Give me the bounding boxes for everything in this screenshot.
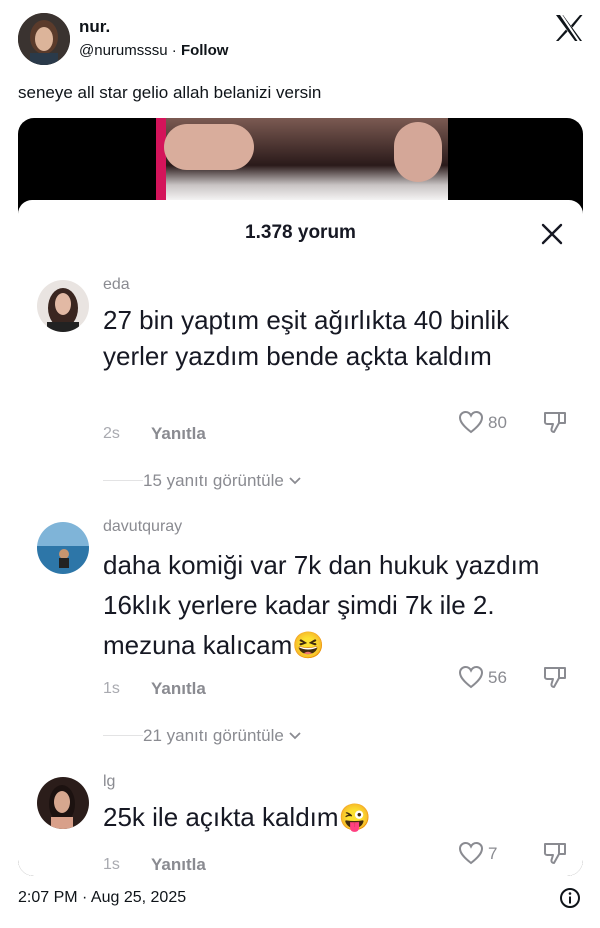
divider bbox=[103, 735, 143, 736]
view-replies-label: 15 yanıtı görüntüle bbox=[143, 471, 284, 490]
reply-button[interactable]: Yanıtla bbox=[151, 679, 206, 699]
author-handle[interactable]: @nurumsssu bbox=[79, 42, 168, 59]
video-frame bbox=[156, 118, 448, 204]
author-avatar[interactable] bbox=[18, 13, 70, 65]
separator: · bbox=[167, 42, 181, 59]
close-icon[interactable] bbox=[540, 222, 564, 246]
comment-time: 1s bbox=[103, 680, 120, 697]
comment-time: 1s bbox=[103, 856, 120, 873]
tweet-timestamp[interactable]: 2:07 PM · Aug 25, 2025 bbox=[18, 889, 186, 907]
comment-text: daha komiği var 7k dan hukuk yazdım 16kl… bbox=[103, 550, 540, 660]
comment-username[interactable]: lg bbox=[103, 773, 115, 791]
commenter-avatar[interactable] bbox=[37, 522, 89, 574]
reply-button[interactable]: Yanıtla bbox=[151, 855, 206, 875]
view-replies-link[interactable]: 21 yanıtı görüntüle bbox=[143, 726, 301, 746]
follow-button[interactable]: Follow bbox=[181, 42, 229, 59]
author-name[interactable]: nur. bbox=[79, 17, 110, 37]
like-count: 7 bbox=[488, 844, 498, 863]
like-count: 56 bbox=[488, 668, 507, 687]
heart-icon[interactable] bbox=[458, 410, 484, 434]
view-replies-label: 21 yanıtı görüntüle bbox=[143, 726, 284, 745]
comment-username[interactable]: davutquray bbox=[103, 518, 182, 536]
heart-icon[interactable] bbox=[458, 841, 484, 865]
comment-time: 2s bbox=[103, 425, 120, 442]
author-handle-line: @nurumsssu · Follow bbox=[79, 42, 228, 59]
commenter-avatar[interactable] bbox=[37, 777, 89, 829]
commenter-avatar[interactable] bbox=[37, 280, 89, 332]
x-logo-icon[interactable] bbox=[554, 14, 584, 42]
dislike-icon[interactable] bbox=[542, 664, 568, 690]
info-icon[interactable] bbox=[559, 887, 581, 909]
divider bbox=[103, 480, 143, 481]
like-count: 80 bbox=[488, 413, 507, 432]
comment-text: 27 bin yaptım eşit ağırlıkta 40 binlik y… bbox=[103, 305, 510, 371]
view-replies-link[interactable]: 15 yanıtı görüntüle bbox=[143, 471, 301, 491]
heart-icon[interactable] bbox=[458, 665, 484, 689]
comment-username[interactable]: eda bbox=[103, 276, 130, 294]
comment-text: 25k ile açıkta kaldım😜 bbox=[103, 802, 371, 832]
tweet-text: seneye all star gelio allah belanizi ver… bbox=[18, 83, 322, 102]
dislike-icon[interactable] bbox=[542, 840, 568, 866]
chevron-down-icon bbox=[288, 471, 301, 490]
chevron-down-icon bbox=[288, 726, 301, 745]
comment-count: 1.378 yorum bbox=[245, 222, 356, 243]
reply-button[interactable]: Yanıtla bbox=[151, 424, 206, 444]
tweet-media[interactable]: 1.378 yorum eda 27 bin yaptım eşit ağırl… bbox=[18, 118, 583, 876]
dislike-icon[interactable] bbox=[542, 409, 568, 435]
